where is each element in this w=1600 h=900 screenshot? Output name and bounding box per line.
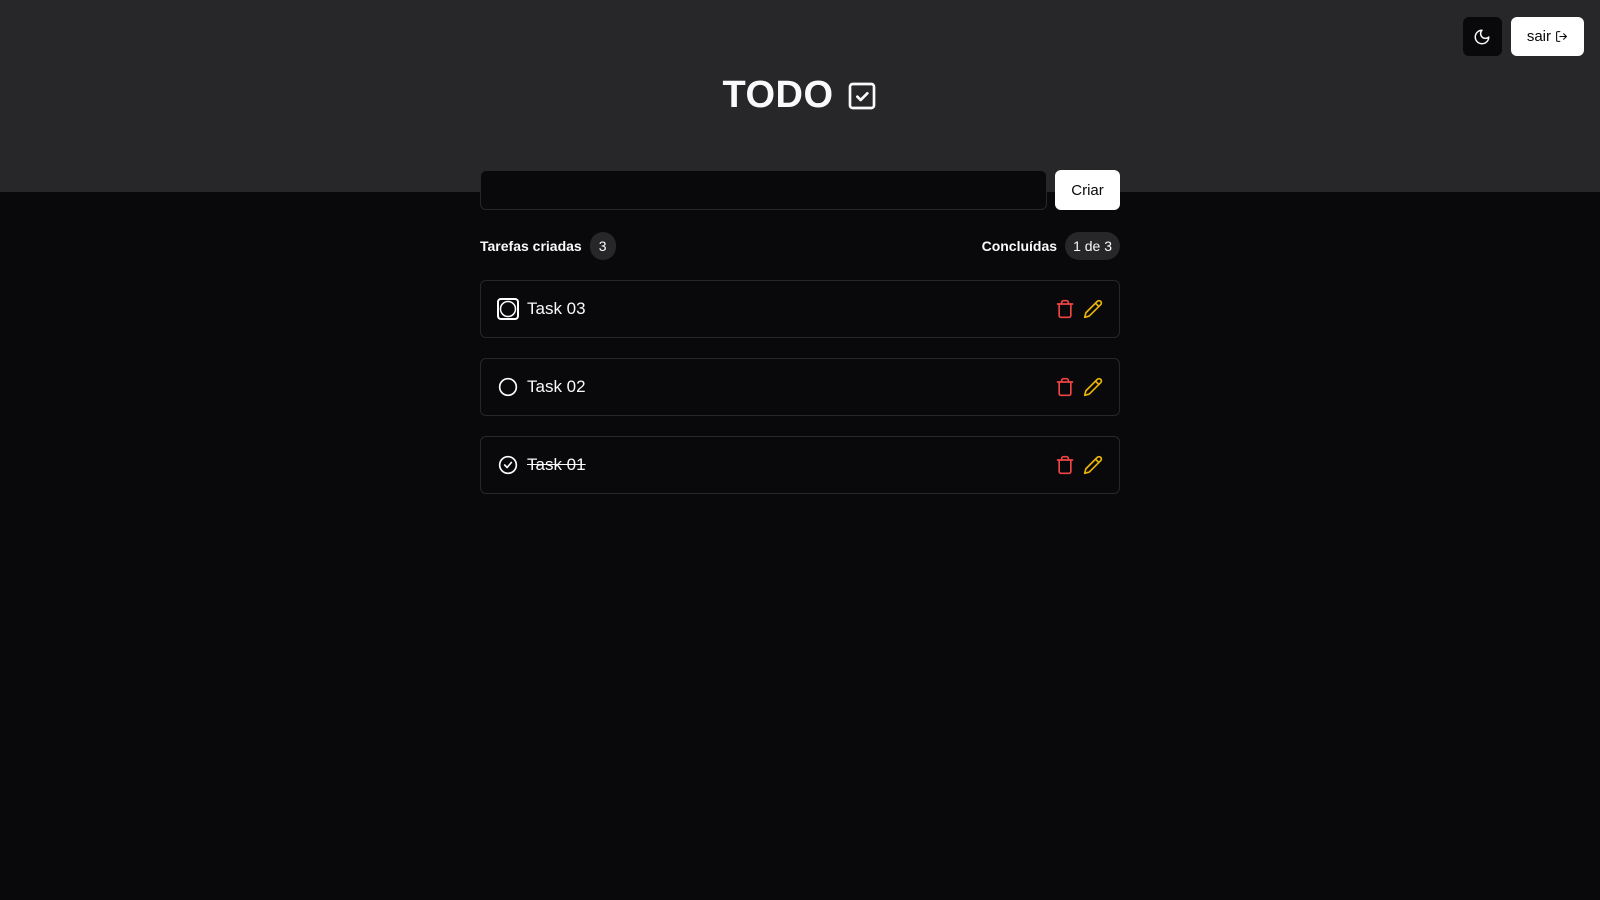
moon-icon bbox=[1474, 29, 1490, 44]
task-item: Task 03 bbox=[480, 280, 1120, 338]
created-count-badge: 3 bbox=[589, 232, 616, 260]
new-task-input[interactable] bbox=[480, 170, 1047, 210]
pencil-icon bbox=[1083, 377, 1103, 397]
logout-button[interactable]: sair bbox=[1510, 17, 1584, 56]
new-task-form: Criar bbox=[480, 170, 1120, 210]
pencil-icon bbox=[1083, 455, 1103, 475]
page-title-text: TODO bbox=[722, 74, 834, 116]
task-checkbox[interactable] bbox=[497, 298, 519, 320]
logout-label: sair bbox=[1526, 28, 1551, 45]
edit-task-button[interactable] bbox=[1083, 455, 1103, 475]
task-actions bbox=[1055, 299, 1103, 319]
edit-task-button[interactable] bbox=[1083, 299, 1103, 319]
check-square-icon bbox=[848, 82, 875, 109]
circle-icon bbox=[499, 300, 517, 318]
page-title: TODO bbox=[0, 74, 1600, 117]
task-actions bbox=[1055, 377, 1103, 397]
trash-icon bbox=[1056, 299, 1074, 319]
done-counter: Concluídas 1 de 3 bbox=[982, 232, 1120, 260]
create-task-button[interactable]: Criar bbox=[1055, 170, 1120, 210]
task-item: Task 02 bbox=[480, 358, 1120, 416]
trash-icon bbox=[1056, 377, 1074, 397]
done-label: Concluídas bbox=[981, 238, 1058, 254]
task-title: Task 02 bbox=[527, 377, 586, 396]
theme-toggle-button[interactable] bbox=[1462, 17, 1502, 56]
log-out-icon bbox=[1556, 31, 1567, 42]
top-actions: sair bbox=[1462, 17, 1584, 56]
task-list: Task 03 Task 02 Task 01 bbox=[480, 280, 1120, 514]
task-title: Task 03 bbox=[527, 299, 586, 318]
delete-task-button[interactable] bbox=[1055, 455, 1075, 475]
task-checkbox[interactable] bbox=[497, 376, 519, 398]
check-circle-icon bbox=[498, 455, 518, 475]
done-count-badge: 1 de 3 bbox=[1065, 232, 1120, 260]
task-actions bbox=[1055, 455, 1103, 475]
circle-icon bbox=[498, 377, 518, 397]
created-label: Tarefas criadas bbox=[480, 238, 582, 254]
delete-task-button[interactable] bbox=[1055, 377, 1075, 397]
pencil-icon bbox=[1083, 299, 1103, 319]
task-title: Task 01 bbox=[527, 455, 586, 474]
task-counters: Tarefas criadas 3 Concluídas 1 de 3 bbox=[480, 232, 1120, 260]
edit-task-button[interactable] bbox=[1083, 377, 1103, 397]
task-item: Task 01 bbox=[480, 436, 1120, 494]
task-checkbox[interactable] bbox=[497, 454, 519, 476]
delete-task-button[interactable] bbox=[1055, 299, 1075, 319]
created-counter: Tarefas criadas 3 bbox=[480, 232, 616, 260]
header: sair TODO bbox=[0, 0, 1600, 192]
trash-icon bbox=[1056, 455, 1074, 475]
